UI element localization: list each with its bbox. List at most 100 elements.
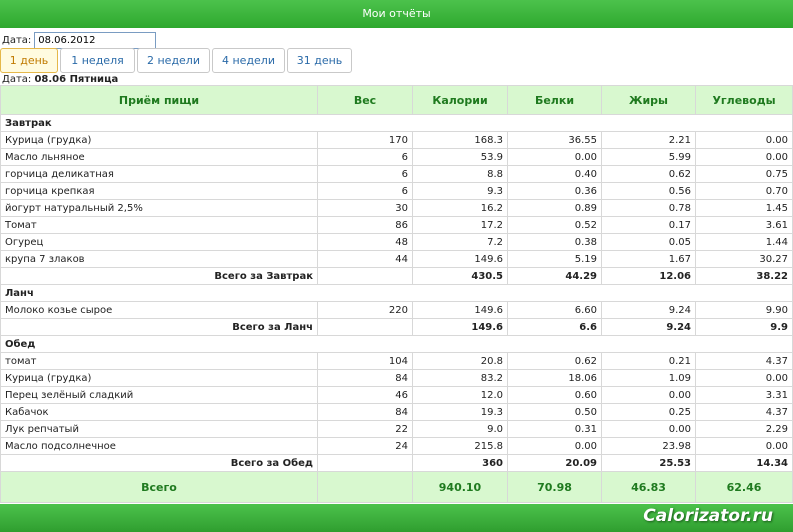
meal-total-row: Всего за Ланч 149.6 6.6 9.24 9.9 [0,318,793,336]
food-name: Масло льняное [0,148,318,166]
meal-total-value: 38.22 [695,267,793,285]
meal-total-value: 14.34 [695,454,793,472]
food-value: 19.3 [412,403,508,421]
table-row: горчица крепкая 6 9.3 0.36 0.56 0.70 [0,182,793,200]
food-value: 9.0 [412,420,508,438]
food-value: 86 [317,216,413,234]
window-title: Мои отчёты [0,0,793,28]
date-input[interactable] [34,31,157,49]
meal-name: Ланч [0,284,793,302]
food-value: 0.78 [601,199,696,217]
food-value: 1.45 [695,199,793,217]
meal-total-value: 9.9 [695,318,793,336]
grand-total-row: Всего 940.10 70.98 46.83 62.46 [0,471,793,503]
day-value: 08.06 Пятница [34,74,119,85]
meal-total-label: Всего за Обед [0,454,318,472]
tab-4[interactable]: 31 день [287,48,352,73]
food-value: 9.24 [601,301,696,319]
food-value: 5.19 [507,250,602,268]
table-row: Курица (грудка) 84 83.2 18.06 1.09 0.00 [0,369,793,387]
food-name: горчица крепкая [0,182,318,200]
meal-name: Обед [0,335,793,353]
footer-bar: Calorizator.ru [0,504,793,532]
meal-section-row: Обед [0,335,793,353]
food-value: 24 [317,437,413,455]
table-row: Курица (грудка) 170 168.3 36.55 2.21 0.00 [0,131,793,149]
tab-1[interactable]: 1 неделя [60,48,135,73]
food-value: 0.00 [601,420,696,438]
food-value: 12.0 [412,386,508,404]
meal-total-label: Всего за Ланч [0,318,318,336]
food-value: 7.2 [412,233,508,251]
food-value: 84 [317,369,413,387]
food-value: 0.00 [507,437,602,455]
meal-total-value: 149.6 [412,318,508,336]
table-row: Молоко козье сырое 220 149.6 6.60 9.24 9.90 [0,301,793,319]
table-row: томат 104 20.8 0.62 0.21 4.37 [0,352,793,370]
food-name: томат [0,352,318,370]
tab-0[interactable]: 1 день [0,48,58,73]
table-row: Огурец 48 7.2 0.38 0.05 1.44 [0,233,793,251]
food-value: 48 [317,233,413,251]
food-value: 104 [317,352,413,370]
food-name: Лук репчатый [0,420,318,438]
food-value: 6 [317,148,413,166]
grand-total-label: Всего [0,471,318,503]
food-value: 0.00 [601,386,696,404]
food-name: Курица (грудка) [0,131,318,149]
col-carbs: Углеводы [695,85,793,115]
food-value: 16.2 [412,199,508,217]
grand-total-value: 940.10 [412,471,508,503]
table-row: Лук репчатый 22 9.0 0.31 0.00 2.29 [0,420,793,438]
col-meal: Приём пищи [0,85,318,115]
food-name: йогурт натуральный 2,5% [0,199,318,217]
food-value: 0.00 [695,148,793,166]
food-value: 22 [317,420,413,438]
food-value: 6 [317,182,413,200]
food-name: Масло подсолнечное [0,437,318,455]
meal-total-value: 20.09 [507,454,602,472]
food-value: 0.17 [601,216,696,234]
tab-2[interactable]: 2 недели [137,48,210,73]
food-value: 1.44 [695,233,793,251]
table-row: горчица деликатная 6 8.8 0.40 0.62 0.75 [0,165,793,183]
food-value: 0.70 [695,182,793,200]
food-value: 6.60 [507,301,602,319]
col-weight: Вес [317,85,413,115]
date-label: Дата: [2,34,32,46]
meal-section-row: Ланч [0,284,793,302]
grand-total-value: 46.83 [601,471,696,503]
food-value: 53.9 [412,148,508,166]
food-value: 149.6 [412,301,508,319]
food-name: Томат [0,216,318,234]
food-name: Перец зелёный сладкий [0,386,318,404]
food-value: 20.8 [412,352,508,370]
food-value: 4.37 [695,403,793,421]
col-calories: Калории [412,85,508,115]
food-value: 18.06 [507,369,602,387]
table-row: Масло льняное 6 53.9 0.00 5.99 0.00 [0,148,793,166]
table-row: Кабачок 84 19.3 0.50 0.25 4.37 [0,403,793,421]
col-protein: Белки [507,85,602,115]
food-value: 3.61 [695,216,793,234]
food-value: 2.29 [695,420,793,438]
food-value: 0.62 [507,352,602,370]
food-value: 84 [317,403,413,421]
tab-3[interactable]: 4 недели [212,48,285,73]
food-value: 0.38 [507,233,602,251]
food-value: 0.31 [507,420,602,438]
meal-total-label: Всего за Завтрак [0,267,318,285]
food-value: 1.09 [601,369,696,387]
food-value: 9.90 [695,301,793,319]
food-name: горчица деликатная [0,165,318,183]
food-value: 8.8 [412,165,508,183]
food-name: крупа 7 злаков [0,250,318,268]
food-value: 46 [317,386,413,404]
food-value: 0.25 [601,403,696,421]
food-value: 30.27 [695,250,793,268]
food-value: 0.36 [507,182,602,200]
food-name: Огурец [0,233,318,251]
food-value: 0.75 [695,165,793,183]
food-value: 4.37 [695,352,793,370]
food-value: 83.2 [412,369,508,387]
